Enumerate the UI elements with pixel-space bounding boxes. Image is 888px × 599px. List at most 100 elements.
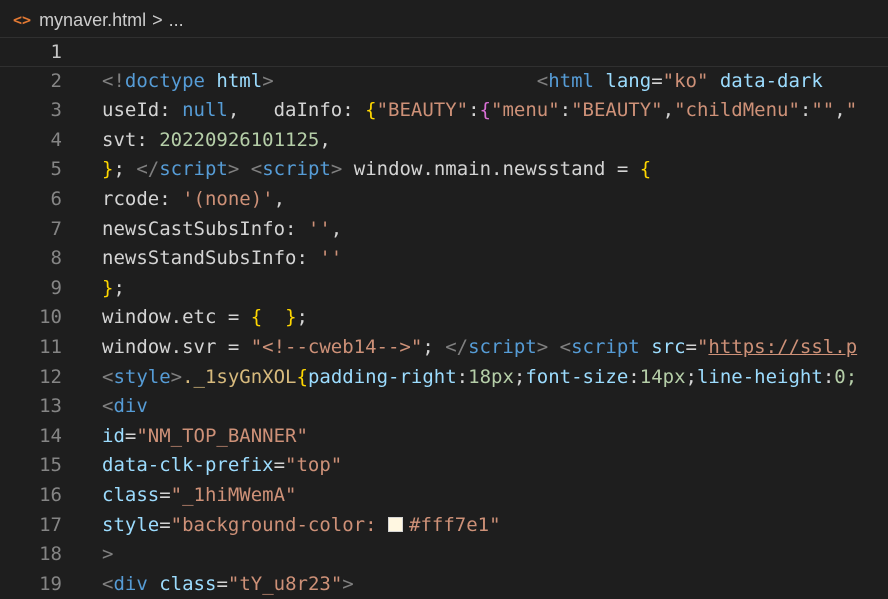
line-number: 8 (50, 247, 62, 270)
line-number: 11 (39, 336, 62, 358)
code-token: script (159, 158, 228, 181)
line-number: 16 (39, 484, 62, 506)
code-token: " (845, 99, 858, 122)
code-token: " (696, 336, 709, 358)
code-token: '(none)' (182, 188, 274, 210)
code-token: class (102, 484, 160, 506)
code-token: id (102, 424, 125, 447)
line-number: 4 (50, 128, 62, 151)
code-content: <!doctype html> <html lang="ko" data-dar… (102, 67, 823, 97)
code-line[interactable]: 17 style="background-color: #fff7e1" (0, 511, 888, 541)
code-line[interactable]: 3 useId: null, daInfo: {"BEAUTY":{"menu":… (0, 96, 888, 126)
code-token: < (102, 395, 114, 418)
code-line[interactable]: 5}; </script> <script> window.nmain.news… (0, 155, 888, 185)
code-token: rcode: (102, 188, 183, 210)
code-token: = (651, 69, 663, 92)
code-token: '' (307, 217, 331, 240)
code-token: = (159, 513, 171, 536)
code-token: ; (685, 365, 697, 388)
code-content: window.etc = { }; (102, 303, 308, 333)
code-token: useId: (102, 99, 183, 122)
line-number: 9 (50, 276, 62, 299)
color-swatch-icon[interactable] (388, 516, 403, 532)
code-token: } (285, 306, 297, 329)
code-token: data-clk-prefix (102, 454, 274, 477)
code-token: { (365, 99, 377, 122)
code-editor[interactable]: 1 2 <!doctype html> <html lang="ko" data-d… (0, 37, 888, 595)
breadcrumb-more[interactable]: ... (169, 10, 184, 31)
code-content: useId: null, daInfo: {"BEAUTY":{"menu":"… (102, 96, 857, 126)
code-line[interactable]: 7 newsCastSubsInfo: '', (0, 215, 888, 245)
code-token: 20220926101125 (159, 128, 320, 151)
code-token: > (330, 158, 343, 181)
code-content: class="_1hiMWemA" (102, 481, 297, 511)
line-number: 6 (50, 188, 62, 210)
code-token: , (273, 188, 286, 210)
code-token: "top" (285, 454, 343, 477)
code-token: < (559, 336, 572, 358)
code-content: }; (102, 274, 125, 304)
code-line[interactable]: 8 newsStandSubsInfo: '' (0, 244, 888, 274)
code-token: = (273, 454, 286, 477)
code-token: { (296, 365, 308, 388)
code-token: lang (605, 69, 652, 92)
line-number: 13 (39, 395, 62, 418)
code-token: "childMenu" (674, 99, 800, 122)
code-token: "<!--cweb14-->" (250, 336, 423, 358)
code-line[interactable]: 19 <div class="tY_u8r23"> (0, 570, 888, 599)
code-token: https://ssl.p (708, 336, 858, 358)
code-token: , daInfo: (227, 99, 366, 122)
code-line[interactable]: 9}; (0, 274, 888, 304)
code-token: "_1hiMWemA" (170, 484, 297, 506)
code-line[interactable]: 12 <style>._1syGnXOL{padding-right:18px;f… (0, 363, 888, 393)
code-token: > (170, 365, 183, 388)
code-line[interactable]: 16 class="_1hiMWemA" (0, 481, 888, 511)
code-content: data-clk-prefix="top" (102, 451, 342, 481)
code-line[interactable]: 14 id="NM_TOP_BANNER" (0, 422, 888, 452)
code-token: { (479, 99, 491, 122)
code-line[interactable]: 18 > (0, 540, 888, 570)
code-token: = (124, 424, 137, 447)
code-token: src (651, 336, 686, 358)
code-line[interactable]: 11 window.svr = "<!--cweb14-->"; </script… (0, 333, 888, 363)
code-line[interactable]: 2 <!doctype html> <html lang="ko" data-da… (0, 67, 888, 97)
code-line[interactable]: 15 data-clk-prefix="top" (0, 451, 888, 481)
code-token: window.svr = (102, 336, 251, 358)
breadcrumb: <> mynaver.html > ... (0, 0, 888, 40)
code-token: 18px (468, 365, 514, 388)
code-token: { (250, 306, 263, 329)
code-line[interactable]: 4 svt: 20220926101125, (0, 126, 888, 156)
line-number: 17 (39, 513, 62, 536)
line-number: 14 (39, 424, 62, 447)
code-line[interactable]: 10 window.etc = { }; (0, 303, 888, 333)
breadcrumb-filename[interactable]: mynaver.html (39, 10, 146, 31)
code-token: data-dark (719, 69, 823, 92)
code-line[interactable]: 1 (0, 37, 888, 67)
code-token: , (662, 99, 675, 122)
code-token: <! (102, 69, 125, 92)
code-token: < (536, 69, 549, 92)
code-token: '' (319, 247, 343, 270)
line-number: 18 (39, 543, 62, 566)
code-token: 14px (639, 365, 686, 388)
code-token: script (262, 158, 331, 181)
code-token: window.etc = (102, 306, 251, 329)
code-token: { (639, 158, 652, 181)
code-line[interactable]: 6 rcode: '(none)', (0, 185, 888, 215)
code-content: <div (102, 392, 148, 422)
code-token: : (799, 99, 812, 122)
code-content: style="background-color: #fff7e1" (102, 511, 501, 541)
code-token: > (536, 336, 549, 358)
code-line[interactable]: 13 <div (0, 392, 888, 422)
code-token: </ (445, 336, 469, 358)
code-token: line-height (696, 365, 823, 388)
code-token: null (182, 99, 228, 122)
code-token: "ko" (662, 69, 709, 92)
line-number: 12 (39, 365, 62, 388)
code-token: svt: (102, 128, 160, 151)
